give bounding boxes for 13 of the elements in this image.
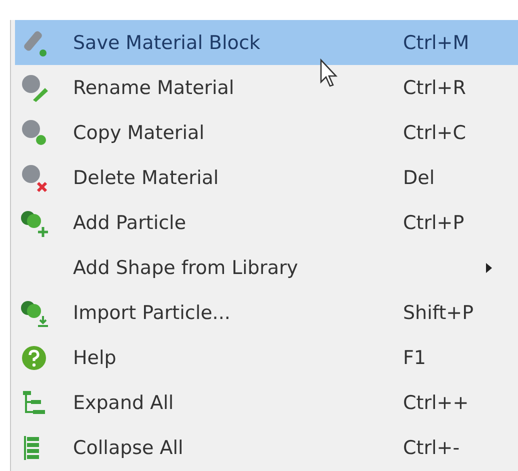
- menu-item[interactable]: Import Particle... Shift+P: [15, 290, 518, 335]
- menu-item[interactable]: Copy Material Ctrl+C: [15, 110, 518, 155]
- material-copy-icon: [19, 118, 49, 148]
- material-rename-icon: [19, 72, 49, 102]
- menu-item[interactable]: Rename Material Ctrl+R: [15, 65, 518, 110]
- material-delete-icon: [19, 162, 49, 192]
- menu-item[interactable]: Delete Material Del: [15, 155, 518, 200]
- menu-item[interactable]: Save Material Block Ctrl+M: [15, 20, 518, 65]
- menu-item[interactable]: Add Particle Ctrl+P: [15, 200, 518, 245]
- menu-item[interactable]: Collapse All Ctrl+-: [15, 425, 518, 470]
- menu-item[interactable]: Add Shape from Library: [15, 245, 518, 290]
- menu-item[interactable]: Expand All Ctrl++: [15, 380, 518, 425]
- menu-item[interactable]: Help F1: [15, 335, 518, 380]
